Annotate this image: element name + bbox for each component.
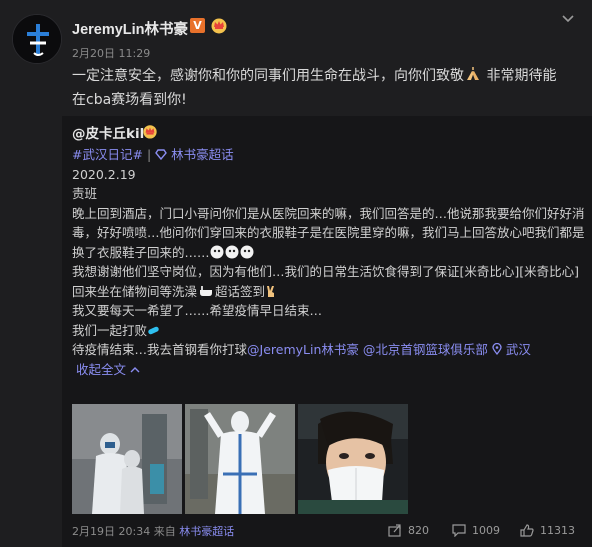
- vip-crown-icon: [143, 125, 157, 139]
- comment-count: 1009: [472, 523, 500, 537]
- author-name[interactable]: JeremyLin林书豪: [72, 18, 188, 39]
- victory-hand-icon: [267, 285, 275, 297]
- repost-shift: 责班: [72, 186, 98, 201]
- repost-body: #武汉日记# | 林书豪超话 2020.2.19 责班 晚上回到酒店，门口小哥问…: [72, 145, 585, 379]
- comment-icon: [452, 523, 466, 537]
- post-text-line1-tail: 非常期待能: [482, 68, 557, 84]
- location-label: 武汉: [505, 342, 531, 357]
- photo-hazmat-suit-image: [185, 404, 295, 514]
- divider: |: [146, 147, 152, 162]
- repost-para2-line2: 回来坐在储物间等洗澡: [72, 283, 198, 299]
- repost-para1-line2: 毒，好好喷喷…他问你们穿回来的衣服鞋子是在医院里穿的嘛，我们马上回答放心吧我们都…: [72, 225, 585, 240]
- repost-footer-meta: 2月19日 20:34 来自 林书豪超话: [72, 523, 234, 539]
- post-timestamp[interactable]: 2月20日 11:29: [72, 45, 150, 61]
- location-tag[interactable]: 武汉: [492, 342, 531, 357]
- photo-selfie-mask-image: [298, 404, 408, 514]
- collapse-text-link[interactable]: 收起全文: [76, 362, 126, 377]
- bathtub-icon: [200, 285, 213, 296]
- pill-icon: [148, 326, 159, 334]
- repost-para1-line1: 晚上回到酒店，门口小哥问你们是从医院回来的嘛，我们回答是的…他说那我要给你们好好…: [72, 205, 585, 221]
- mention-shougang-club[interactable]: @北京首钢篮球俱乐部: [363, 342, 488, 357]
- photo-selfie-mask[interactable]: [298, 404, 408, 514]
- salute-hands-icon: [467, 67, 479, 80]
- verified-badge-icon: V: [190, 18, 205, 33]
- location-pin-icon: [492, 342, 502, 356]
- mention-jeremylin[interactable]: @JeremyLin林书豪: [247, 342, 359, 357]
- like-count: 11313: [540, 523, 575, 537]
- post-body: 一定注意安全，感谢你和你的同事们用生命在战斗，向你们致敬 非常期待能 在cba赛…: [72, 64, 592, 112]
- photo-ppe-workers-image: [72, 404, 182, 514]
- repost-para3: 我又要每天一希望了……希望疫情早日结束…: [72, 303, 323, 318]
- post-text-line2: 在cba赛场看到你!: [72, 92, 187, 108]
- like-count-button[interactable]: 11313: [520, 522, 575, 538]
- comment-count-button[interactable]: 1009: [452, 522, 500, 538]
- repost-count: 820: [408, 523, 429, 537]
- weibo-post-card: JeremyLin林书豪 V 2月20日 11:29 一定注意安全，感谢你和你的…: [0, 0, 592, 547]
- repost-para4: 我们一起打败: [72, 322, 148, 338]
- share-icon: [388, 523, 401, 537]
- jeremy-lin-logo-icon: [13, 15, 61, 63]
- repost-count-button[interactable]: 820: [388, 522, 429, 538]
- repost-para5-prefix: 待疫情结束…我去首钢看你打球: [72, 342, 248, 357]
- topic-lin-supertopic[interactable]: 林书豪超话: [171, 147, 234, 162]
- super-topic-icon: [155, 149, 168, 161]
- post-text-line1: 一定注意安全，感谢你和你的同事们用生命在战斗，向你们致敬: [72, 68, 464, 84]
- repost-footer-time[interactable]: 2月19日 20:34 来自: [72, 525, 176, 538]
- vip-crown-icon: [211, 18, 227, 34]
- repost-para2-line2-tail: 超话签到: [215, 283, 266, 299]
- thumbs-up-icon: [520, 523, 534, 537]
- repost-para2-line1: 我想谢谢他们坚守岗位，因为有他们…我们的日常生活饮食得到了保证[米奇比心][米奇…: [72, 264, 580, 279]
- ghost-faces-icon: [210, 245, 254, 258]
- photo-hazmat-suit[interactable]: [185, 404, 295, 514]
- chevron-down-icon[interactable]: [562, 14, 574, 24]
- author-avatar[interactable]: [12, 14, 62, 64]
- chevron-up-icon[interactable]: [130, 366, 140, 374]
- repost-source-link[interactable]: 林书豪超话: [179, 525, 234, 538]
- repost-date: 2020.2.19: [72, 166, 136, 182]
- photo-ppe-workers[interactable]: [72, 404, 182, 514]
- repost-para1-line3: 换了衣服鞋子回来的……: [72, 244, 210, 260]
- topic-wuhan-diary[interactable]: #武汉日记#: [72, 147, 143, 162]
